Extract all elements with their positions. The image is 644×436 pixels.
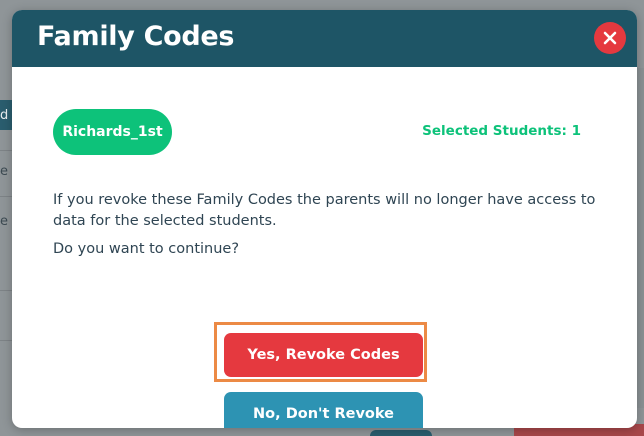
revoke-codes-button-label: Yes, Revoke Codes (247, 347, 400, 363)
close-icon (603, 31, 617, 45)
background-right-panel (636, 68, 644, 408)
selected-students-count: Selected Students: 1 (422, 123, 581, 139)
revoke-codes-button[interactable]: Yes, Revoke Codes (224, 333, 423, 377)
background-text-fragment: e (0, 164, 8, 179)
background-text-fragment: d (0, 108, 9, 123)
dont-revoke-button-label: No, Don't Revoke (253, 406, 394, 422)
dialog-header: Family Codes (12, 10, 637, 67)
confirm-question: Do you want to continue? (53, 241, 240, 257)
student-chip-label: Richards_1st (62, 124, 163, 140)
dialog-title: Family Codes (37, 21, 235, 52)
revoke-warning-text: If you revoke these Family Codes the par… (53, 192, 596, 229)
family-codes-dialog: Family Codes Richards_1st Selected Stude… (12, 10, 637, 428)
background-text-fragment: e (0, 214, 8, 229)
close-button[interactable] (594, 22, 626, 54)
dialog-body: Richards_1st Selected Students: 1 If you… (12, 67, 637, 428)
background-button (370, 430, 432, 436)
student-chip: Richards_1st (53, 109, 172, 155)
dont-revoke-button[interactable]: No, Don't Revoke (224, 392, 423, 428)
